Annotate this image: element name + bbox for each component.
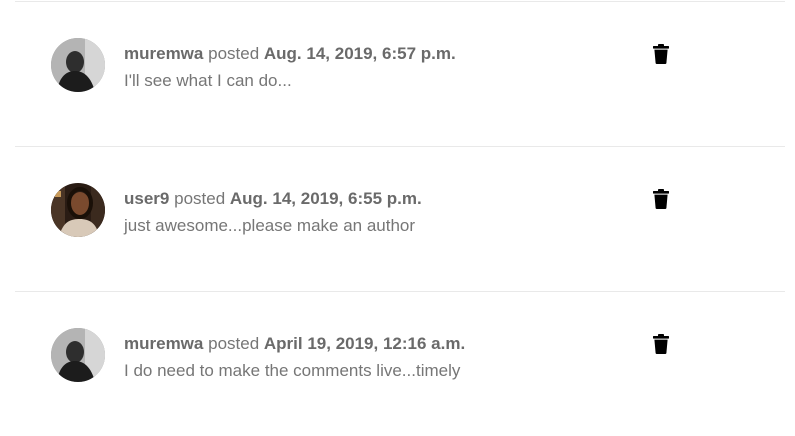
comment-text: I'll see what I can do... (124, 71, 292, 90)
comment-item: muremwa posted April 19, 2019, 12:16 a.m… (0, 291, 795, 436)
comment-author[interactable]: muremwa (124, 334, 203, 353)
trash-icon (653, 334, 669, 354)
delete-comment-button[interactable] (650, 42, 672, 66)
comment-date: Aug. 14, 2019, 6:55 p.m. (229, 189, 422, 208)
avatar-image (51, 328, 105, 382)
comment-date: Aug. 14, 2019, 6:57 p.m. (263, 44, 456, 63)
comment-meta: user9 posted Aug. 14, 2019, 6:55 p.m. (124, 188, 422, 210)
avatar-image (51, 38, 105, 92)
comment-meta: muremwa posted Aug. 14, 2019, 6:57 p.m. (124, 43, 456, 65)
comment-verb: posted (174, 189, 226, 208)
comment-verb: posted (208, 334, 260, 353)
comment-text: just awesome...please make an author (124, 216, 416, 235)
delete-comment-button[interactable] (650, 332, 672, 356)
comment-item: muremwa posted Aug. 14, 2019, 6:57 p.m. … (0, 1, 795, 146)
comment-text: I do need to make the comments live...ti… (124, 361, 461, 380)
trash-icon (653, 189, 669, 209)
comment-author[interactable]: user9 (124, 189, 169, 208)
comment-meta: muremwa posted April 19, 2019, 12:16 a.m… (124, 333, 465, 355)
trash-icon (653, 44, 669, 64)
avatar-image (51, 183, 105, 237)
avatar[interactable] (51, 183, 105, 237)
comment-date: April 19, 2019, 12:16 a.m. (263, 334, 466, 353)
delete-comment-button[interactable] (650, 187, 672, 211)
comment-verb: posted (208, 44, 260, 63)
avatar[interactable] (51, 38, 105, 92)
comment-list: muremwa posted Aug. 14, 2019, 6:57 p.m. … (0, 0, 795, 429)
comment-author[interactable]: muremwa (124, 44, 203, 63)
comment-item: user9 posted Aug. 14, 2019, 6:55 p.m. ju… (0, 146, 795, 291)
avatar[interactable] (51, 328, 105, 382)
